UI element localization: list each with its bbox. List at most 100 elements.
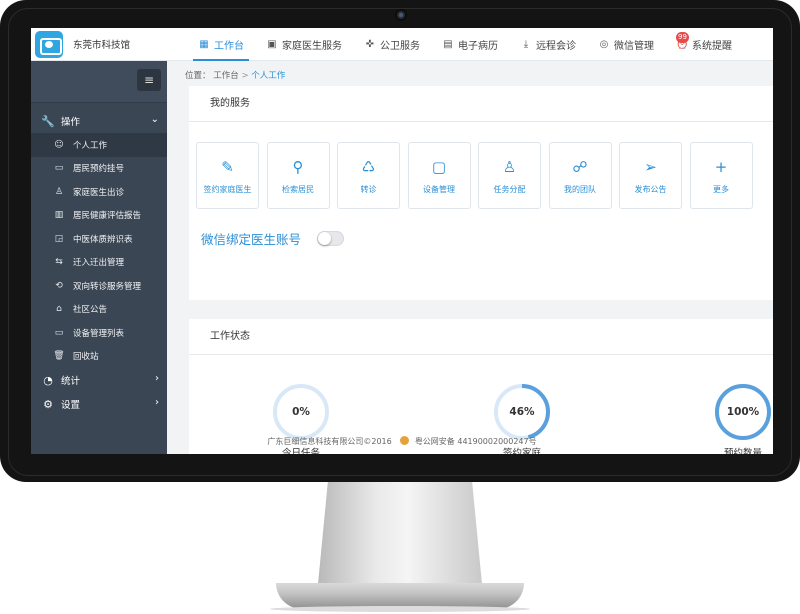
sidebar-toggle-row: ≡ (31, 61, 167, 103)
refresh-icon: ⟲ (55, 280, 63, 291)
monitor-stand-neck (318, 482, 482, 584)
services-title: 我的服务 (189, 86, 773, 122)
breadcrumb-separator: > (241, 71, 249, 81)
service-tile[interactable]: ☍ 我的团队 (548, 142, 612, 209)
trash-icon: 🗑 (53, 351, 65, 362)
service-tile[interactable]: ⚲ 检索居民 (266, 142, 330, 209)
monitor-stand-shadow (270, 606, 530, 612)
nav-item[interactable]: ▦ 工作台 (187, 28, 255, 61)
nav-item-label: 公卫服务 (380, 41, 420, 52)
sidebar-item[interactable]: ♙ 家庭医生出诊 (31, 180, 167, 204)
search-icon: ⚲ (292, 158, 304, 176)
brand[interactable]: 东莞市科技馆 (31, 28, 167, 61)
top-nav: ▦ 工作台 ▣ 家庭医生服务 ✜ 公卫服务 ▤ 电子病历 ⤓ 远程会诊 ◎ 微信管理 ⏰ 系统提醒 99 (187, 28, 743, 61)
service-tile-label: 发布公告 (634, 185, 667, 194)
webcam (395, 9, 407, 21)
monitor-icon: ▭ (54, 327, 64, 338)
refer-icon: ♺ (361, 158, 376, 176)
progress-gauge: 0% 今日任务 (271, 382, 331, 454)
breadcrumb-home[interactable]: 工作台 (213, 71, 239, 81)
nav-item-label: 远程会诊 (536, 41, 576, 52)
nav-item-label: 电子病历 (458, 41, 498, 52)
progress-gauge: 100% 预约数量 (713, 382, 773, 454)
nav-item[interactable]: ✜ 公卫服务 (353, 28, 431, 61)
nav-item[interactable]: ⏰ 系统提醒 99 (665, 28, 743, 61)
nav-item-label: 家庭医生服务 (282, 41, 342, 52)
sidebar-item[interactable]: 🗑 回收站 (31, 345, 167, 369)
menu-toggle-icon[interactable]: ≡ (137, 69, 161, 91)
nav-item-label: 系统提醒 (692, 41, 732, 52)
footer-icp[interactable]: 粤公网安备 44190002000247号 (415, 437, 537, 446)
gauge-value: 46% (509, 406, 535, 418)
sidebar-item-label: 家庭医生出诊 (73, 187, 125, 198)
sidebar-group-settings[interactable]: ⚙ 设置 › (31, 392, 167, 416)
sidebar-item[interactable]: ▭ 居民预约挂号 (31, 157, 167, 181)
breadcrumb-current: 个人工作 (251, 71, 286, 81)
sidebar-item-label: 居民预约挂号 (73, 164, 125, 175)
sidebar-group-label: 操作 (61, 117, 81, 128)
sidebar-item-label: 回收站 (73, 352, 99, 363)
nav-item-label: 微信管理 (614, 41, 654, 52)
sidebar: ≡ 🔧 操作 ⌄ ☺ 个人工作 ▭ 居民预约挂号 ♙ 家庭医生出诊 ▥ 居民健康评估报告 ◲ 中医… (31, 61, 167, 454)
transfer-icon: ⇆ (55, 257, 63, 268)
sidebar-group-label: 统计 (61, 376, 81, 387)
service-tile-label: 设备管理 (423, 185, 455, 194)
sidebar-item[interactable]: ▭ 设备管理列表 (31, 321, 167, 345)
doctor-icon: ♙ (54, 186, 64, 197)
brand-name: 东莞市科技馆 (73, 40, 131, 51)
gauge-value: 0% (292, 406, 310, 418)
table-icon: ◲ (54, 233, 64, 244)
footer: 广东巨细信息科技有限公司©2016 粤公网安备 44190002000247号 (31, 434, 773, 454)
work-status-title: 工作状态 (189, 319, 773, 355)
sidebar-item-label: 个人工作 (73, 140, 108, 151)
sidebar-group-label: 设置 (61, 400, 81, 411)
house-icon: ⌂ (56, 304, 62, 315)
wechat-bind-toggle[interactable] (317, 230, 345, 246)
paper-plane-icon: ➢ (644, 158, 657, 176)
gauge-value: 100% (726, 406, 760, 418)
nav-item[interactable]: ▤ 电子病历 (431, 28, 509, 61)
notification-badge: 99 (676, 32, 689, 43)
service-tile[interactable]: ♙ 任务分配 (478, 142, 541, 209)
breadcrumb: 位置： 工作台 > 个人工作 (185, 69, 285, 81)
sidebar-item-label: 双向转诊服务管理 (73, 281, 142, 292)
service-tile[interactable]: + 更多 (689, 142, 753, 209)
services-panel: 我的服务 ✎ 签约家庭医生 ⚲ 检索居民 ♺ 转诊 ▢ 设备管理 ♙ 任务分配 ☍ 我的团队 ➢ 发布公告… (189, 86, 773, 300)
clipboard-icon: ▭ (54, 163, 64, 174)
service-tile-label: 转诊 (360, 185, 377, 194)
team-icon: ☍ (572, 158, 588, 176)
wechat-icon: ◎ (599, 39, 609, 50)
main-content: 位置： 工作台 > 个人工作 我的服务 ✎ 签约家庭医生 ⚲ 检索居民 ♺ 转诊 ▢ 设备管理… (167, 61, 773, 454)
sidebar-item[interactable]: ⟲ 双向转诊服务管理 (31, 274, 167, 298)
person-task-icon: ♙ (502, 158, 517, 176)
sidebar-items: ☺ 个人工作 ▭ 居民预约挂号 ♙ 家庭医生出诊 ▥ 居民健康评估报告 ◲ 中医体质辨识表 ⇆ 迁入迁… (31, 133, 167, 368)
footer-copyright: 广东巨细信息科技有限公司©2016 (267, 437, 392, 446)
top-bar: 东莞市科技馆 ▦ 工作台 ▣ 家庭医生服务 ✜ 公卫服务 ▤ 电子病历 ⤓ 远程会诊 ◎ 微信管理 ⏰ 系… (31, 28, 773, 61)
screen: 东莞市科技馆 ▦ 工作台 ▣ 家庭医生服务 ✜ 公卫服务 ▤ 电子病历 ⤓ 远程会诊 ◎ 微信管理 ⏰ 系… (31, 28, 773, 454)
brand-logo-icon (35, 31, 63, 58)
sidebar-item[interactable]: ⇆ 迁入迁出管理 (31, 251, 167, 275)
doctor-bag-icon: ▣ (267, 39, 277, 50)
sidebar-item[interactable]: ☺ 个人工作 (31, 133, 167, 157)
sidebar-item[interactable]: ▥ 居民健康评估报告 (31, 204, 167, 228)
nav-item[interactable]: ⤓ 远程会诊 (509, 28, 587, 61)
service-tile[interactable]: ▢ 设备管理 (407, 142, 471, 209)
sidebar-group-statistics[interactable]: ◔ 统计 › (31, 368, 167, 392)
pie-chart-icon: ◔ (43, 373, 53, 387)
service-tile-label: 任务分配 (493, 185, 526, 194)
sidebar-item[interactable]: ◲ 中医体质辨识表 (31, 227, 167, 251)
wechat-bind-row: 微信绑定医生账号 (201, 228, 345, 248)
service-tile[interactable]: ➢ 发布公告 (619, 142, 682, 209)
service-tile-label: 签约家庭医生 (203, 185, 252, 194)
service-tile[interactable]: ♺ 转诊 (337, 142, 400, 209)
sidebar-group-operations[interactable]: 🔧 操作 ⌄ (31, 109, 167, 133)
plus-icon: + (714, 158, 728, 176)
nav-item[interactable]: ◎ 微信管理 (587, 28, 665, 61)
cross-circle-icon: ✜ (365, 39, 375, 50)
service-tile[interactable]: ✎ 签约家庭医生 (196, 142, 259, 209)
nav-item[interactable]: ▣ 家庭医生服务 (255, 28, 353, 61)
sidebar-item[interactable]: ⌂ 社区公告 (31, 298, 167, 322)
gear-icon: ⚙ (43, 397, 53, 411)
wechat-bind-label: 微信绑定医生账号 (201, 231, 302, 247)
chevron-down-icon: ⌄ (150, 114, 159, 125)
